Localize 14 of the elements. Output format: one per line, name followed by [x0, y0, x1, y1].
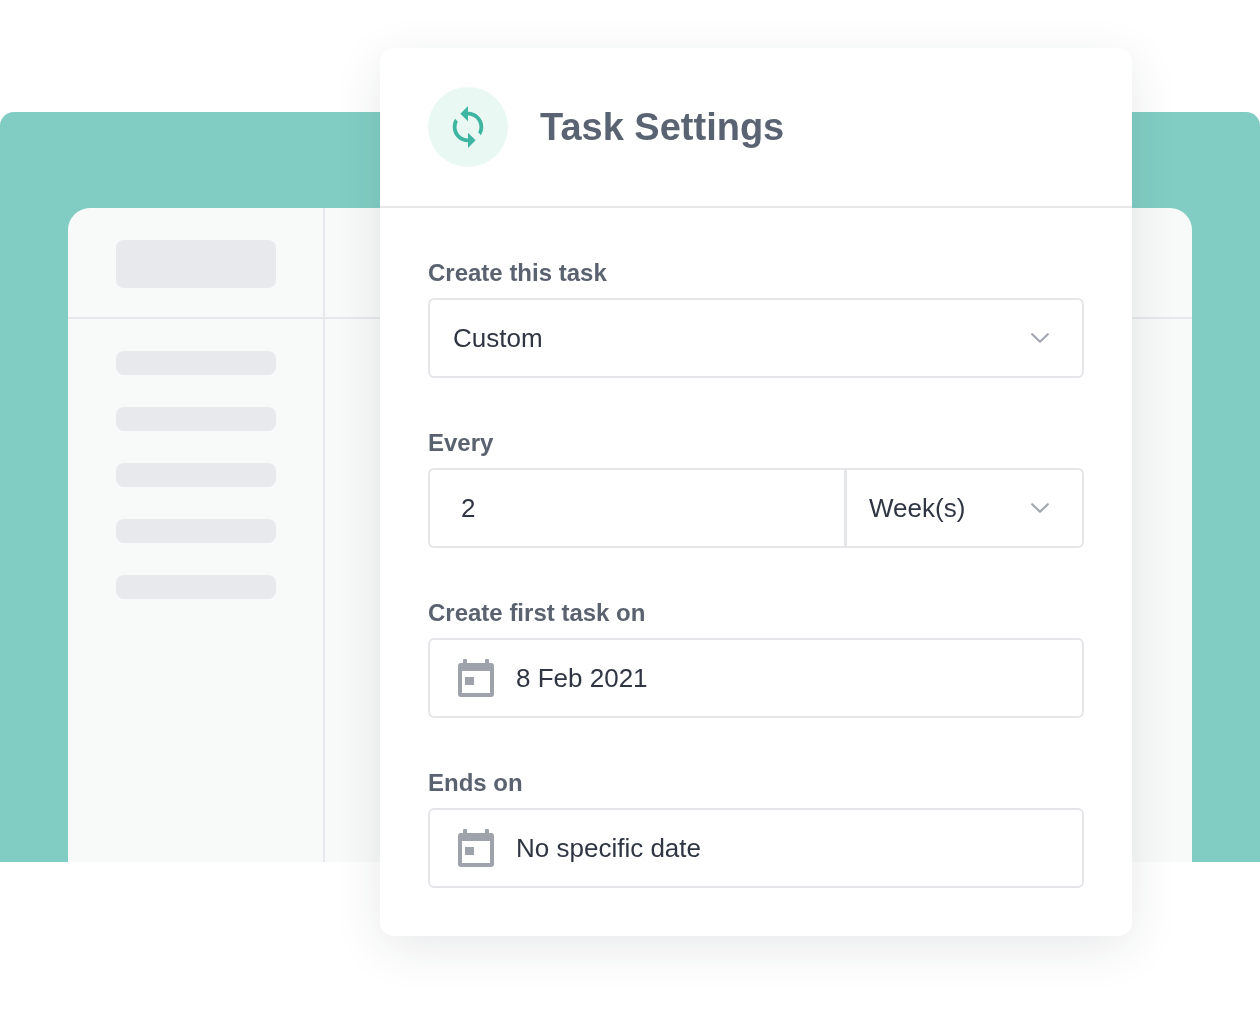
unit-select-field[interactable]: Week(s)	[844, 468, 1084, 548]
card-title: Task Settings	[540, 108, 785, 146]
date-field[interactable]: 8 Feb 2021	[428, 638, 1084, 718]
calendar-icon	[458, 659, 494, 697]
field-label: Create this task	[428, 259, 607, 287]
date-field[interactable]: No specific date	[428, 808, 1084, 888]
field-label: Every	[428, 429, 494, 457]
field-label: Create first task on	[428, 599, 646, 627]
calendar-icon	[458, 829, 494, 867]
number-input-field[interactable]: 2	[428, 468, 844, 548]
field-label: Ends on	[428, 769, 523, 797]
select-field[interactable]: Custom	[428, 298, 1084, 378]
chevron-down-icon	[1031, 333, 1049, 343]
chevron-down-icon	[1031, 503, 1049, 513]
